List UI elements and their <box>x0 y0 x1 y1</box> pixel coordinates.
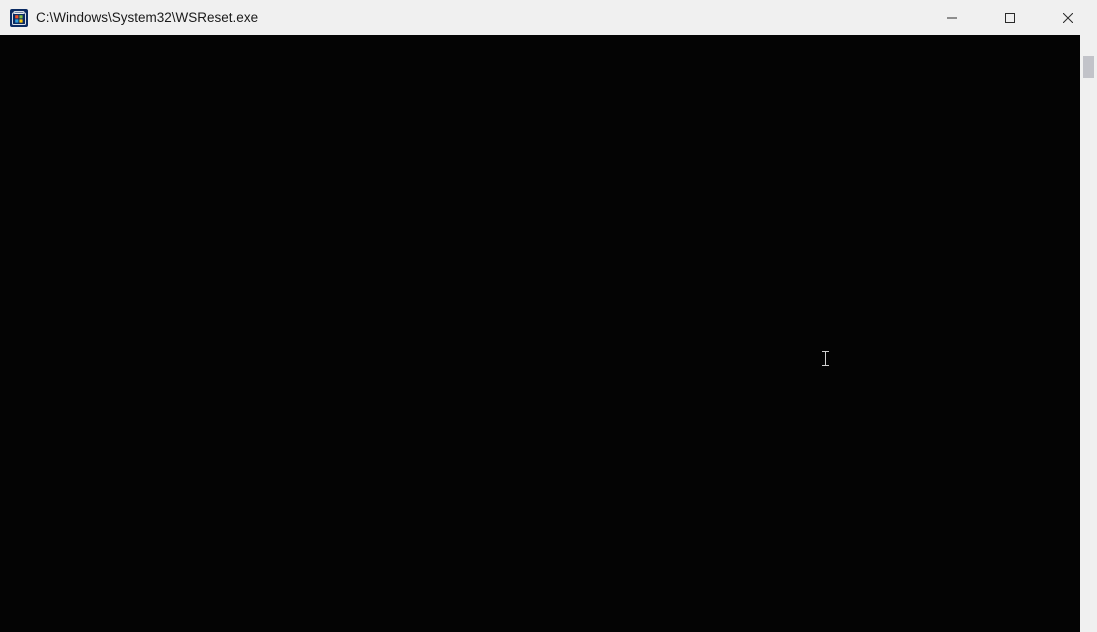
vertical-scrollbar[interactable] <box>1080 35 1097 632</box>
maximize-button[interactable] <box>981 0 1039 35</box>
window: C:\Windows\System32\WSReset.exe <box>0 0 1097 632</box>
close-button[interactable] <box>1039 0 1097 35</box>
titlebar[interactable]: C:\Windows\System32\WSReset.exe <box>0 0 1097 35</box>
content-area <box>0 35 1097 632</box>
close-icon <box>1063 13 1073 23</box>
scrollbar-thumb[interactable] <box>1083 56 1094 78</box>
minimize-button[interactable] <box>923 0 981 35</box>
console-output[interactable] <box>0 35 1080 632</box>
window-title: C:\Windows\System32\WSReset.exe <box>36 10 258 25</box>
maximize-icon <box>1005 13 1015 23</box>
text-cursor <box>825 351 826 366</box>
titlebar-drag-region[interactable]: C:\Windows\System32\WSReset.exe <box>0 0 923 35</box>
microsoft-store-icon <box>10 9 28 27</box>
minimize-icon <box>947 13 957 23</box>
window-controls <box>923 0 1097 35</box>
